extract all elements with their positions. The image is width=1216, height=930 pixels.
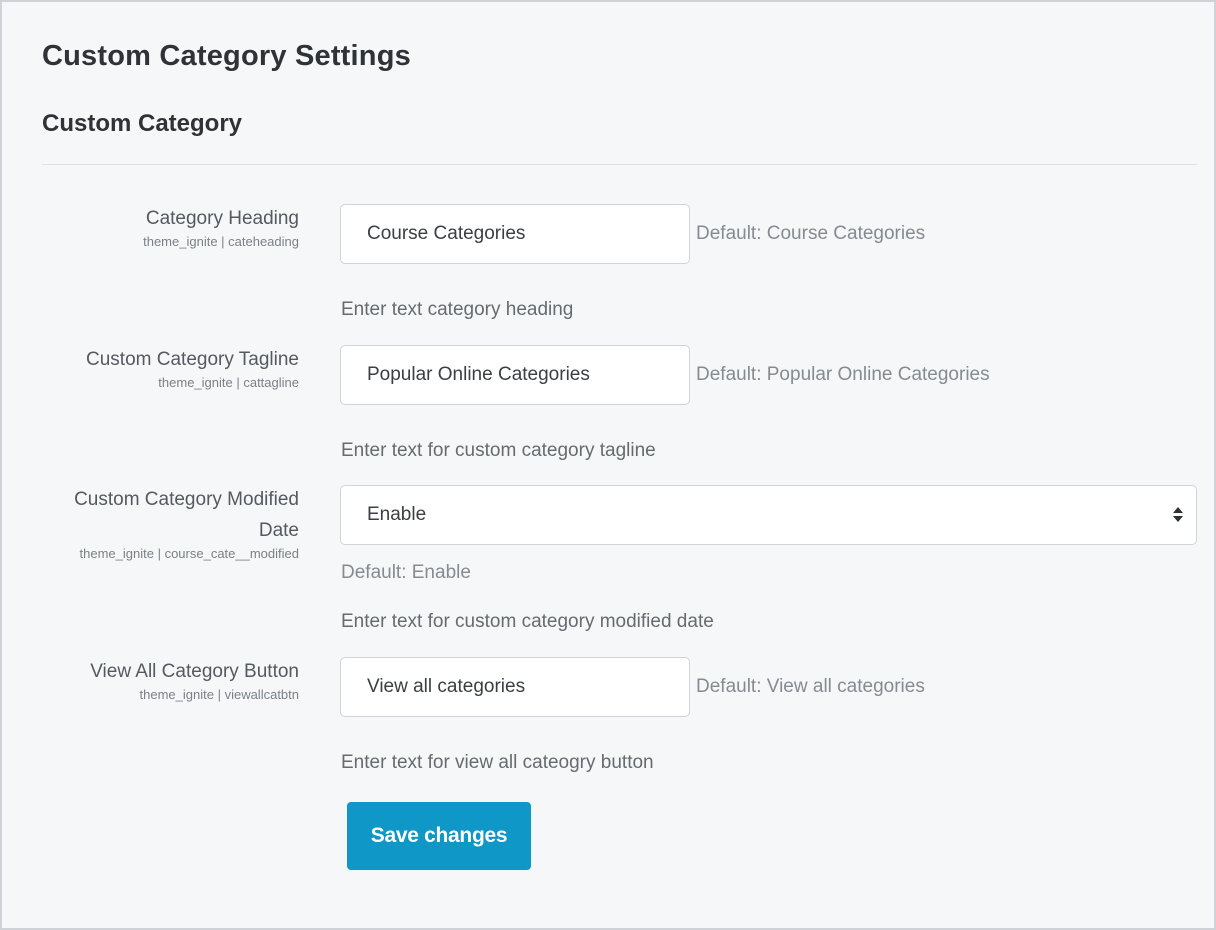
category-heading-input[interactable]: Course Categories [340,204,690,264]
category-tagline-input[interactable]: Popular Online Categories [340,345,690,405]
view-all-button-help: Enter text for view all cateogry button [341,752,654,773]
category-modified-date-label: Custom Category Modified Date theme_igni… [74,484,299,561]
setting-id: theme_ignite | cateheading [143,234,299,249]
select-value: Enable [367,504,427,525]
setting-label: Category Heading [145,208,299,229]
category-heading-help: Enter text category heading [341,299,574,320]
category-heading-label: Category Heading theme_ignite | catehead… [143,203,299,249]
setting-id: theme_ignite | viewallcatbtn [139,687,299,702]
category-tagline-help: Enter text for custom category tagline [341,440,656,461]
category-modified-date-select[interactable]: Enable [340,485,1197,545]
category-heading-default: Default: Course Categories [696,223,926,244]
page-title: Custom Category Settings [42,40,411,72]
setting-id: theme_ignite | course_cate__modified [79,546,299,561]
setting-label: Custom Category Tagline [86,349,299,370]
category-tagline-default: Default: Popular Online Categories [696,364,990,385]
view-all-button-input[interactable]: View all categories [340,657,690,717]
save-changes-button[interactable]: Save changes [347,802,531,870]
view-all-button-label: View All Category Button theme_ignite | … [90,656,299,702]
category-tagline-label: Custom Category Tagline theme_ignite | c… [86,344,299,390]
section-title: Custom Category [42,110,243,137]
category-modified-date-default: Default: Enable [341,562,471,583]
setting-id: theme_ignite | cattagline [158,375,299,390]
section-divider [42,164,1197,165]
select-updown-arrows-icon [1173,506,1183,524]
setting-label: View All Category Button [90,661,299,682]
setting-label-line2: Date [258,520,299,541]
setting-label-line1: Custom Category Modified [74,489,299,510]
category-modified-date-help: Enter text for custom category modified … [341,611,714,632]
settings-panel: Custom Category Settings Custom Category… [0,0,1216,930]
view-all-button-default: Default: View all categories [696,676,925,697]
